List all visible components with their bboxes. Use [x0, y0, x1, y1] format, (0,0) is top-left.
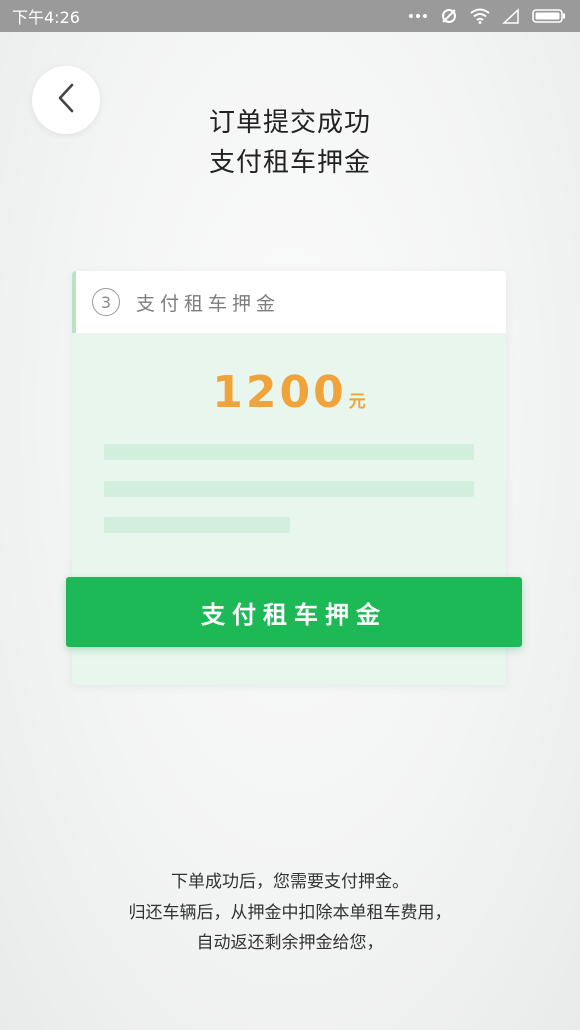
page-subtitle: 支付租车押金 — [208, 148, 371, 178]
battery-icon — [532, 8, 566, 24]
amount-unit: 元 — [348, 392, 366, 412]
signal-icon — [502, 8, 520, 24]
deposit-note-line: 归还车辆后，从押金中扣除本单租车费用， — [128, 903, 452, 923]
chevron-left-icon — [56, 82, 76, 118]
step-number-badge: 3 — [92, 288, 120, 316]
status-time: 下午4:26 — [12, 8, 80, 27]
sync-icon — [440, 7, 458, 25]
placeholder-line — [104, 517, 290, 533]
wifi-icon — [470, 8, 490, 24]
step-label: 支付租车押金 — [136, 292, 281, 315]
placeholder-line — [104, 481, 474, 497]
step-header: 3 支付租车押金 — [72, 271, 506, 333]
placeholder-line — [104, 444, 474, 460]
deposit-amount: 1200 元 — [72, 367, 506, 418]
page-title: 订单提交成功 — [208, 108, 371, 138]
deposit-note-line: 自动返还剩余押金给您， — [196, 933, 384, 953]
status-icons — [408, 7, 566, 25]
pay-deposit-button[interactable]: 支付租车押金 — [66, 577, 522, 647]
status-bar: 下午4:26 — [0, 0, 580, 32]
deposit-note-line: 下单成功后，您需要支付押金。 — [171, 872, 409, 892]
more-dots-icon — [408, 13, 428, 19]
amount-value: 1200 — [212, 367, 347, 418]
